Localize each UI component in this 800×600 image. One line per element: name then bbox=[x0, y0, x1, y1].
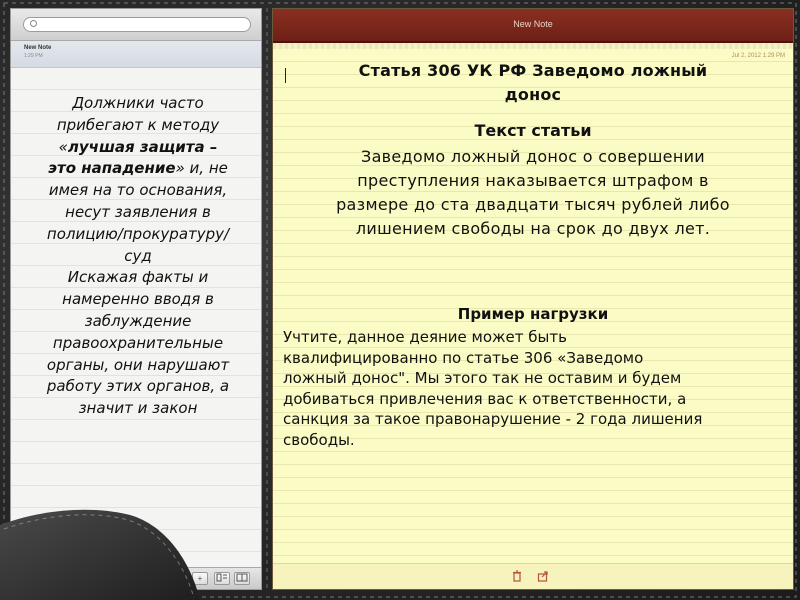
note-title: Статья 306 УК РФ Заведомо ложный донос bbox=[293, 59, 773, 107]
list-text-fragment: заблуждение bbox=[84, 311, 192, 330]
list-text-line: имея на то основания, bbox=[21, 180, 255, 202]
list-text-fragment: правоохранительные bbox=[52, 333, 224, 352]
list-text-line: «лучшая защита – bbox=[21, 137, 255, 159]
search-field[interactable] bbox=[23, 17, 252, 38]
list-text-line: правоохранительные bbox=[21, 333, 255, 355]
list-text-fragment: » и, не bbox=[175, 159, 228, 178]
list-text-line: Искажая факты и bbox=[21, 267, 255, 289]
list-text-fragment: работу этих органов, а bbox=[46, 377, 230, 396]
add-icon: + bbox=[197, 574, 203, 583]
list-text-fragment: это нападение bbox=[48, 159, 176, 178]
text-line: ложный донос". Мы этого так не оставим и… bbox=[283, 369, 682, 388]
list-text-line: заблуждение bbox=[21, 311, 255, 333]
list-footer: + bbox=[11, 567, 261, 589]
text-line: свободы. bbox=[283, 430, 355, 449]
list-text-fragment: Искажая факты и bbox=[67, 268, 209, 287]
notes-list-panel: New Note 1:29 PM Должники часто прибегают… bbox=[10, 8, 262, 590]
text-line: преступления наказывается штрафом в bbox=[357, 171, 709, 190]
text-line: квалифицированно по статье 306 «Заведомо bbox=[283, 348, 644, 367]
text-line: Заведомо ложный донос о совершении bbox=[361, 147, 705, 166]
list-text-fragment: значит и закон bbox=[78, 399, 198, 418]
list-text-fragment: лучшая защита – bbox=[67, 137, 218, 156]
note-title-line: Статья 306 УК РФ Заведомо ложный bbox=[358, 61, 708, 80]
text-line: Учтите, данное деяние может быть bbox=[283, 328, 567, 346]
section-heading: Текст статьи bbox=[474, 121, 592, 140]
note-footer bbox=[273, 563, 793, 589]
search-icon bbox=[30, 20, 37, 27]
list-text-fragment: несут заявления в bbox=[65, 202, 211, 221]
search-bar bbox=[11, 9, 261, 41]
list-text-fragment: полицию/прокуратуру/ bbox=[46, 224, 230, 243]
list-text-line: суд bbox=[21, 246, 255, 268]
list-item[interactable]: New Note 1:29 PM bbox=[11, 41, 261, 68]
share-icon[interactable] bbox=[537, 570, 549, 582]
grid-view-icon bbox=[236, 573, 248, 582]
section-body: Учтите, данное деяние может быть квалифи… bbox=[283, 327, 789, 451]
view-button[interactable] bbox=[214, 572, 230, 585]
text-line: лишением свободы на срок до двух лет. bbox=[355, 219, 711, 238]
list-text-line: несут заявления в bbox=[21, 202, 255, 224]
list-text-line: прибегают к методу bbox=[21, 115, 255, 137]
list-view-icon bbox=[216, 573, 227, 582]
list-text-fragment: « bbox=[58, 137, 68, 156]
list-text-fragment: суд bbox=[124, 246, 152, 265]
sync-button[interactable] bbox=[234, 572, 250, 585]
text-line: санкция за такое правонарушение - 2 года… bbox=[283, 410, 703, 429]
list-text-line: работу этих органов, а bbox=[21, 376, 255, 398]
list-text-line: органы, они нарушают bbox=[21, 355, 255, 377]
note-title-line: донос bbox=[504, 85, 562, 104]
list-text-fragment: намеренно вводя в bbox=[62, 290, 214, 309]
section-heading: Пример нагрузки bbox=[457, 305, 609, 323]
window-title: New Note bbox=[513, 19, 553, 29]
add-note-button[interactable]: + bbox=[192, 572, 208, 585]
list-text-fragment: Должники часто bbox=[72, 94, 204, 112]
section-body: Заведомо ложный донос о совершении прест… bbox=[283, 145, 783, 241]
text-line: размере до ста двадцати тысяч рублей либ… bbox=[336, 195, 730, 214]
list-text-line: Должники часто bbox=[21, 93, 255, 115]
list-text-line: это нападение» и, не bbox=[21, 158, 255, 180]
note-item-title: New Note bbox=[24, 45, 52, 51]
list-text-line: полицию/прокуратуру/ bbox=[21, 224, 255, 246]
note-item-time: 1:29 PM bbox=[24, 53, 43, 59]
list-text-fragment: прибегают к методу bbox=[56, 115, 220, 134]
text-line: добиваться привлечения вас к ответственн… bbox=[283, 389, 687, 408]
list-text-line: намеренно вводя в bbox=[21, 289, 255, 311]
note-pane: New Note Jul 2, 2012 1:29 PM Статья 306 … bbox=[272, 8, 794, 590]
list-text-line: значит и закон bbox=[21, 398, 255, 420]
list-body-text: Должники часто прибегают к методу «лучшая … bbox=[21, 93, 255, 420]
list-text-fragment: имея на то основания, bbox=[48, 181, 228, 200]
text-cursor bbox=[285, 68, 286, 83]
list-text-fragment: органы, они нарушают bbox=[46, 355, 230, 374]
trash-icon[interactable] bbox=[511, 570, 523, 582]
search-input[interactable] bbox=[42, 24, 252, 38]
note-header-bar: New Note bbox=[273, 9, 793, 43]
